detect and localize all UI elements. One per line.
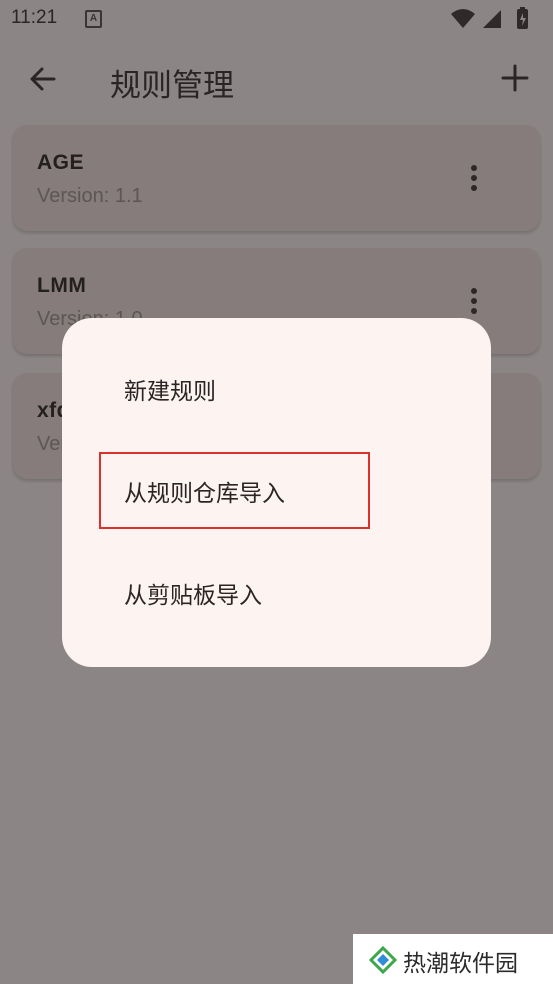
rule-name: LMM — [37, 274, 87, 297]
rule-card[interactable]: AGE Version: 1.1 — [13, 125, 540, 231]
more-vertical-icon-dot — [471, 175, 477, 181]
highlight-box — [99, 452, 370, 529]
diamond-logo-icon — [369, 946, 397, 974]
more-vertical-icon-dot — [471, 308, 477, 314]
more-vertical-icon-dot — [471, 298, 477, 304]
rule-name: AGE — [37, 151, 85, 174]
menu-item-new-rule[interactable]: 新建规则 — [62, 344, 491, 430]
status-time: 11:21 — [11, 7, 58, 28]
menu-item-label: 新建规则 — [124, 379, 216, 405]
page-title: 规则管理 — [110, 68, 234, 104]
rule-version: Version: 1.1 — [37, 185, 143, 207]
battery-charging-icon — [517, 7, 528, 29]
more-vertical-icon-dot — [471, 185, 477, 191]
arrow-left-icon — [30, 67, 56, 91]
watermark-text: 热潮软件园 — [403, 951, 518, 977]
app-bar: 规则管理 — [0, 48, 553, 112]
more-vertical-icon — [471, 288, 477, 294]
menu-item-label: 从剪贴板导入 — [124, 583, 262, 609]
back-button[interactable] — [26, 62, 60, 96]
wifi-icon — [451, 9, 475, 28]
menu-item-import-from-clipboard[interactable]: 从剪贴板导入 — [62, 548, 491, 634]
more-options-button[interactable] — [470, 165, 478, 193]
add-rule-button[interactable] — [499, 62, 531, 94]
notification-a-icon: A — [85, 10, 102, 28]
status-bar: 11:21 A — [0, 0, 553, 40]
plus-icon — [501, 64, 529, 92]
more-vertical-icon — [471, 165, 477, 171]
more-options-button[interactable] — [470, 288, 478, 316]
watermark: 热潮软件园 — [353, 934, 553, 984]
signal-icon — [483, 10, 501, 28]
status-icons — [449, 6, 539, 36]
